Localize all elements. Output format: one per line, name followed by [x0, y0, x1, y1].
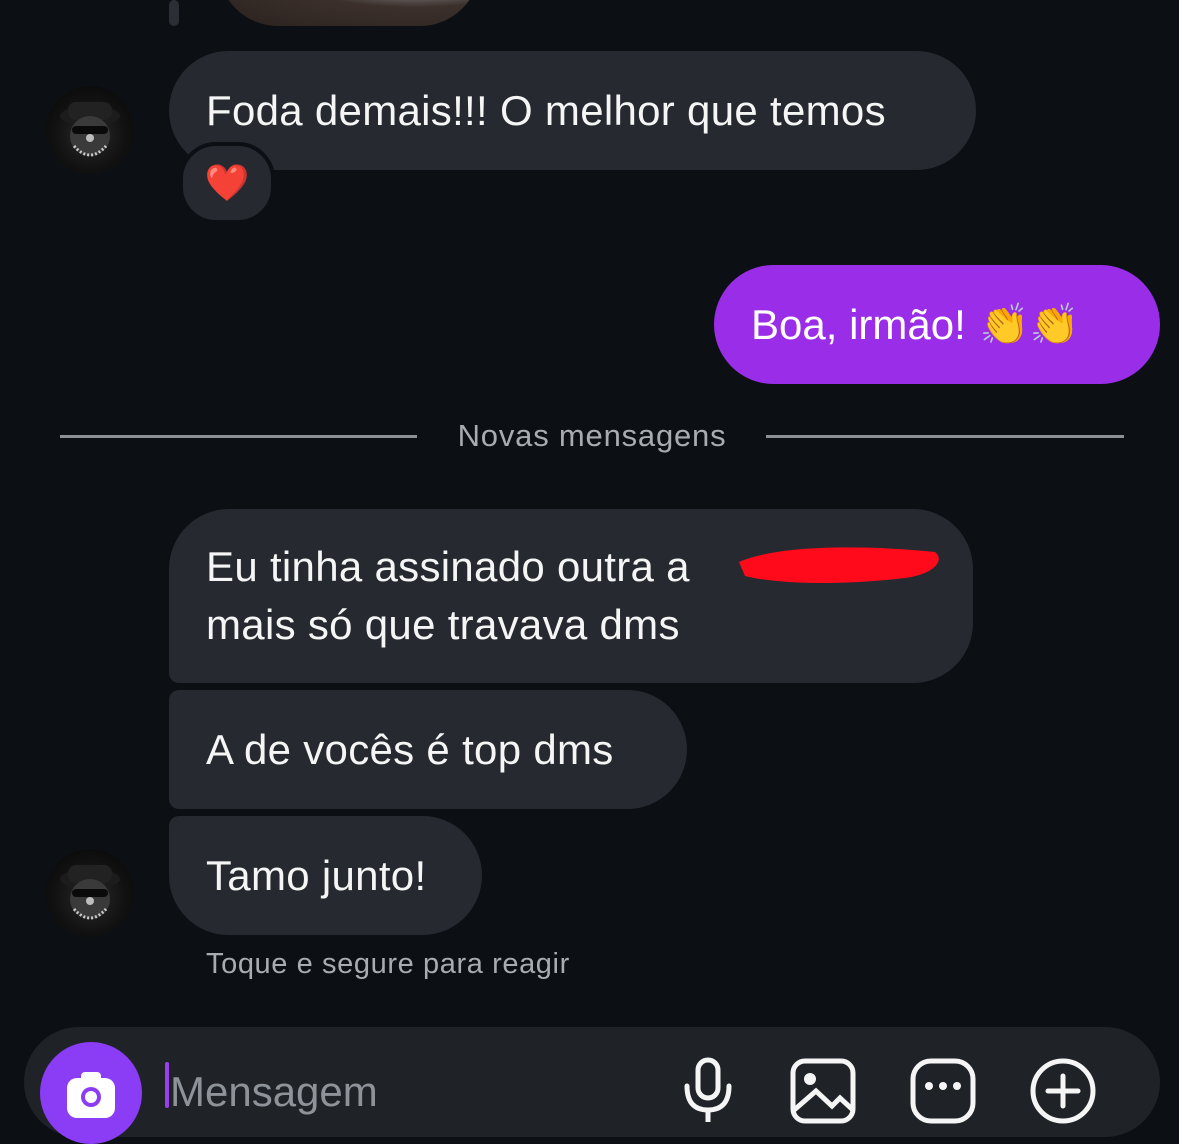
message-bubble[interactable]: Foda demais!!! O melhor que temos	[169, 51, 976, 170]
message-text: Tamo junto!	[206, 851, 427, 899]
plus-button[interactable]	[1028, 1056, 1098, 1126]
clap-emoji: 👏👏	[979, 302, 1080, 347]
message-text: A de vocês é top dms	[206, 725, 614, 773]
divider-line-left	[60, 435, 417, 438]
message-input[interactable]	[170, 1062, 650, 1122]
reaction-hint: Toque e segure para reagir	[206, 948, 570, 980]
message-text: Foda demais!!! O melhor que temos	[206, 86, 886, 134]
message-bubble[interactable]: Eu tinha assinado outra a mais só que tr…	[169, 509, 973, 683]
reply-bar	[169, 0, 179, 26]
text-caret	[165, 1062, 169, 1108]
microphone-icon	[684, 1057, 732, 1122]
divider-line-right	[766, 435, 1124, 438]
message-text-line: mais só que travava dms	[206, 601, 680, 648]
sticker-button[interactable]	[908, 1056, 978, 1126]
avatar-image	[60, 865, 120, 920]
gallery-icon	[790, 1058, 856, 1124]
new-messages-divider: Novas mensagens	[457, 418, 727, 453]
sticker-icon	[910, 1058, 976, 1124]
camera-icon	[67, 1072, 115, 1118]
redaction-mark	[739, 547, 939, 583]
reaction-badge[interactable]: ❤️	[179, 142, 275, 224]
sender-avatar[interactable]	[46, 849, 134, 937]
avatar-image	[60, 102, 120, 157]
heart-icon: ❤️	[204, 162, 250, 203]
message-bubble[interactable]: Tamo junto!	[169, 816, 482, 935]
message-bubble[interactable]: A de vocês é top dms	[169, 690, 687, 809]
message-text: Boa, irmão!	[751, 300, 966, 348]
sent-message-bubble[interactable]: Boa, irmão! 👏👏	[714, 265, 1160, 384]
microphone-button[interactable]	[673, 1056, 743, 1126]
gallery-button[interactable]	[788, 1056, 858, 1126]
sender-avatar[interactable]	[46, 86, 134, 174]
previous-media-preview[interactable]	[218, 0, 480, 26]
camera-button[interactable]	[40, 1042, 142, 1144]
plus-icon	[1030, 1058, 1096, 1124]
